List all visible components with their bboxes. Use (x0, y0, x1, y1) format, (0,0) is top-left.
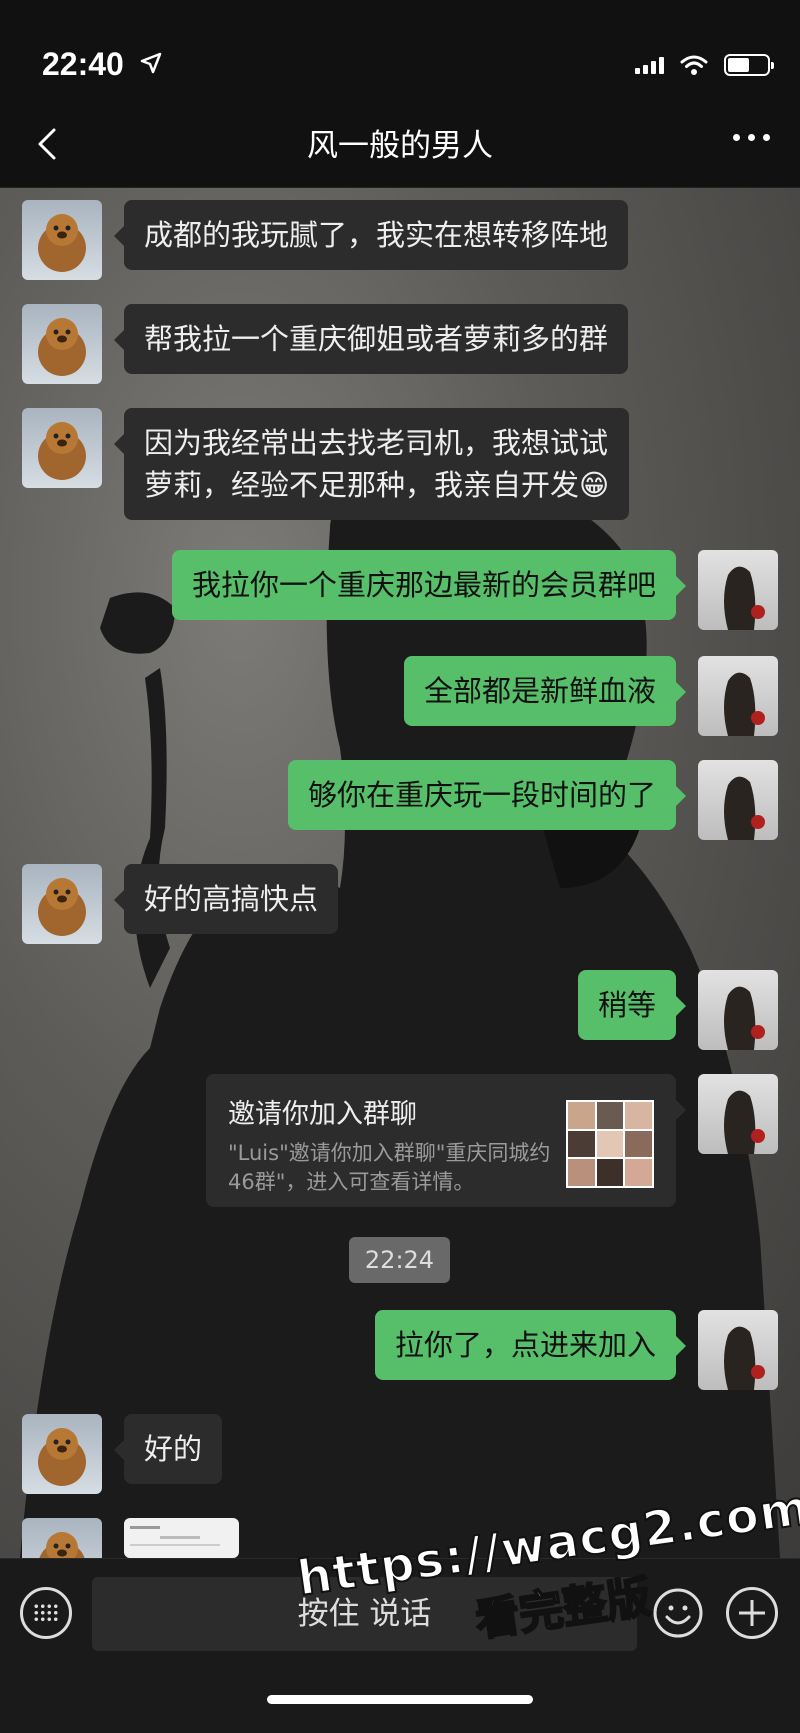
chat-header: 风一般的男人 (0, 100, 800, 188)
message-row: 邀请你加入群聊 "Luis"邀请你加入群聊"重庆同城约46群"，进入可查看详情。 (206, 1074, 778, 1207)
keyboard-icon[interactable] (20, 1587, 72, 1639)
invite-description: "Luis"邀请你加入群聊"重庆同城约46群"，进入可查看详情。 (228, 1141, 551, 1194)
message-row: 全部都是新鲜血液 (403, 656, 778, 736)
outgoing-message-bubble[interactable]: 稍等 (577, 970, 687, 1040)
incoming-message-bubble[interactable]: 因为我经常出去找老司机，我想试试 萝莉，经验不足那种，我亲自开发😁 (113, 408, 630, 520)
home-indicator[interactable] (267, 1695, 533, 1704)
battery-icon (724, 54, 774, 76)
my-avatar[interactable] (698, 760, 778, 840)
contact-avatar[interactable] (22, 864, 102, 944)
incoming-message-bubble[interactable]: 帮我拉一个重庆御姐或者萝莉多的群 (113, 304, 629, 374)
wifi-icon (680, 55, 708, 75)
status-time: 22:40 (42, 46, 124, 82)
message-line: 因为我经常出去找老司机，我想试试 (144, 426, 609, 460)
outgoing-message-bubble[interactable]: 全部都是新鲜血液 (403, 656, 687, 726)
message-row: 帮我拉一个重庆御姐或者萝莉多的群 (22, 304, 629, 384)
message-row: 成都的我玩腻了，我实在想转移阵地 (22, 200, 629, 280)
my-avatar[interactable] (698, 1310, 778, 1390)
my-avatar[interactable] (698, 550, 778, 630)
message-line: 萝莉，经验不足那种，我亲自开发😁 (144, 468, 610, 502)
message-row: 好的 (22, 1414, 223, 1494)
cellular-signal-icon (635, 56, 664, 74)
group-avatar-grid (566, 1100, 654, 1188)
my-avatar[interactable] (698, 970, 778, 1050)
group-invite-card[interactable]: 邀请你加入群聊 "Luis"邀请你加入群聊"重庆同城约46群"，进入可查看详情。 (206, 1074, 686, 1207)
time-divider: 22:24 (349, 1237, 450, 1283)
contact-avatar[interactable] (22, 304, 102, 384)
outgoing-message-bubble[interactable]: 我拉你一个重庆那边最新的会员群吧 (171, 550, 687, 620)
message-row: 稍等 (577, 970, 778, 1050)
contact-avatar[interactable] (22, 408, 102, 488)
location-arrow-icon (140, 52, 162, 74)
incoming-message-bubble[interactable]: 好的 (113, 1414, 223, 1484)
grinning-emoji-icon: 😁 (579, 468, 610, 502)
chat-area[interactable]: 成都的我玩腻了，我实在想转移阵地 帮我拉一个重庆御姐或者萝莉多的群 因为我经常出… (0, 188, 800, 1558)
message-row: 拉你了，点进来加入 (374, 1310, 778, 1390)
incoming-message-bubble[interactable]: 好的高搞快点 (113, 864, 339, 934)
my-avatar[interactable] (698, 656, 778, 736)
image-message-thumbnail[interactable] (124, 1518, 239, 1558)
message-row: 我拉你一个重庆那边最新的会员群吧 (171, 550, 778, 630)
status-bar: 22:40 (0, 0, 800, 100)
incoming-message-bubble[interactable]: 成都的我玩腻了，我实在想转移阵地 (113, 200, 629, 270)
chat-title: 风一般的男人 (307, 128, 493, 164)
outgoing-message-bubble[interactable]: 拉你了，点进来加入 (374, 1310, 687, 1380)
more-options-icon[interactable] (733, 134, 770, 141)
contact-avatar[interactable] (22, 200, 102, 280)
my-avatar[interactable] (698, 1074, 778, 1154)
message-row: 好的高搞快点 (22, 864, 339, 944)
battery-level (728, 58, 749, 72)
message-row: 够你在重庆玩一段时间的了 (287, 760, 778, 840)
outgoing-message-bubble[interactable]: 够你在重庆玩一段时间的了 (287, 760, 687, 830)
contact-avatar[interactable] (22, 1518, 102, 1558)
contact-avatar[interactable] (22, 1414, 102, 1494)
message-row (22, 1518, 239, 1558)
message-row: 因为我经常出去找老司机，我想试试 萝莉，经验不足那种，我亲自开发😁 (22, 408, 630, 520)
